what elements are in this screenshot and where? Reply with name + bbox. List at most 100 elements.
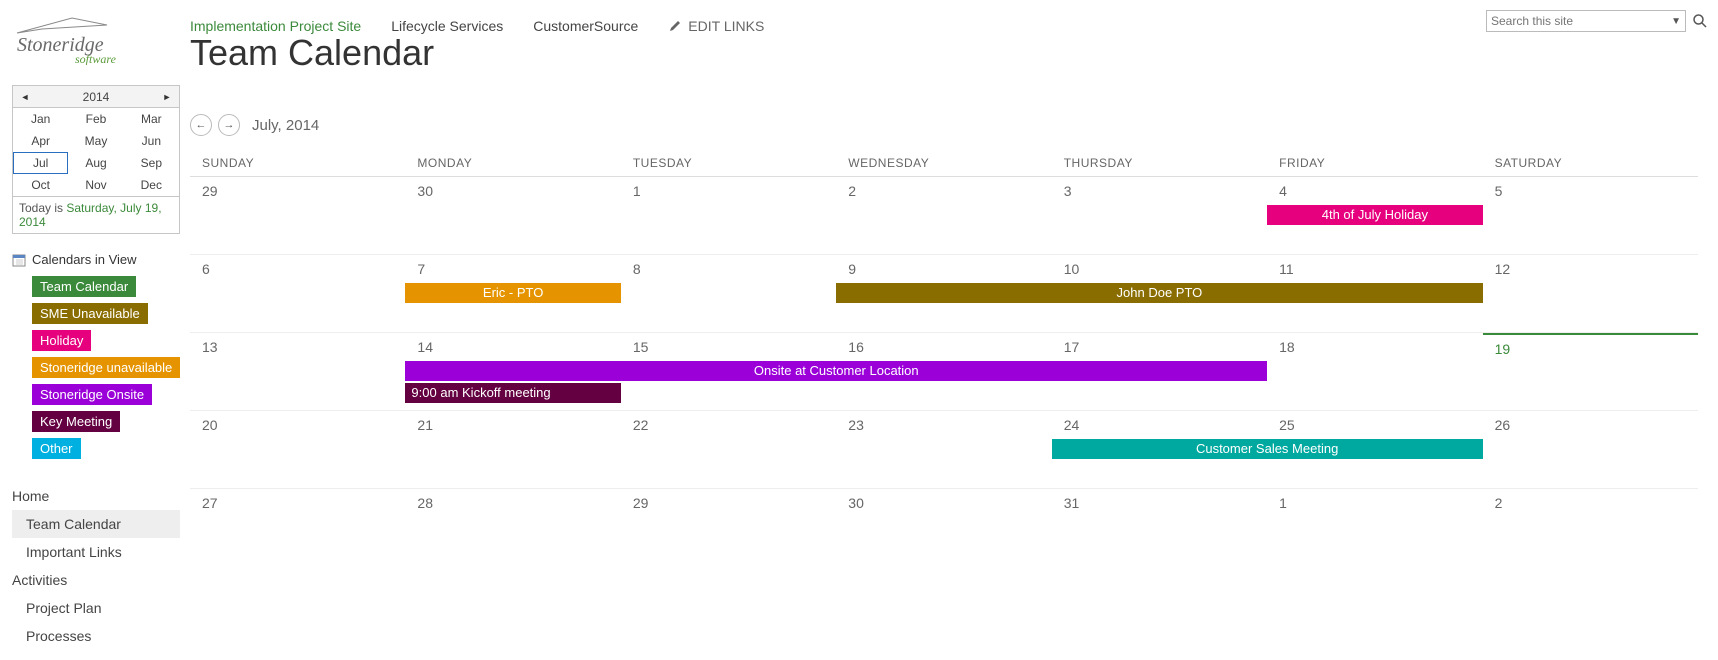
calendar-cell[interactable]: 20	[190, 411, 405, 488]
legend-other[interactable]: Other	[32, 438, 81, 459]
nav-important-links[interactable]: Important Links	[12, 538, 180, 566]
calendar-cell[interactable]: 29	[190, 177, 405, 254]
date-number: 30	[417, 183, 608, 199]
mini-month-feb[interactable]: Feb	[68, 108, 123, 130]
calendar-cell[interactable]: 22	[621, 411, 836, 488]
calendar-cell[interactable]: 21	[405, 411, 620, 488]
legend-stoneridge-onsite[interactable]: Stoneridge Onsite	[32, 384, 152, 405]
date-number: 30	[848, 495, 1039, 511]
mini-month-jul[interactable]: Jul	[13, 152, 68, 174]
date-number: 10	[1064, 261, 1255, 277]
calendar-cell[interactable]: 28	[405, 489, 620, 567]
event-john-doe-pto[interactable]: John Doe PTO	[836, 283, 1482, 303]
nav-home[interactable]: Home	[12, 482, 180, 510]
top-nav: Implementation Project Site Lifecycle Se…	[190, 10, 764, 34]
legend-team-calendar[interactable]: Team Calendar	[32, 276, 136, 297]
calendar-cell[interactable]: 27	[190, 489, 405, 567]
legend-holiday[interactable]: Holiday	[32, 330, 91, 351]
date-number: 15	[633, 339, 824, 355]
mini-month-mar[interactable]: Mar	[124, 108, 179, 130]
nav-project-plan[interactable]: Project Plan	[12, 594, 180, 622]
date-number: 1	[1279, 495, 1470, 511]
mini-month-apr[interactable]: Apr	[13, 130, 68, 152]
mini-month-aug[interactable]: Aug	[68, 152, 123, 174]
left-nav: Home Team Calendar Important Links Activ…	[12, 482, 180, 650]
calendar-cell[interactable]: 12	[1483, 255, 1698, 332]
mini-month-oct[interactable]: Oct	[13, 174, 68, 196]
mini-cal-today[interactable]: Today is Saturday, July 19, 2014	[13, 196, 179, 233]
nav-processes[interactable]: Processes	[12, 622, 180, 650]
date-number: 29	[202, 183, 393, 199]
mini-cal-year[interactable]: 2014	[31, 90, 161, 104]
date-number: 11	[1279, 261, 1470, 277]
nav-team-calendar[interactable]: Team Calendar	[12, 510, 180, 538]
date-number: 4	[1279, 183, 1470, 199]
calendar-icon	[12, 253, 26, 267]
mini-month-jan[interactable]: Jan	[13, 108, 68, 130]
calendar-cell[interactable]: 26	[1483, 411, 1698, 488]
search-dropdown-icon[interactable]: ▼	[1671, 16, 1681, 27]
date-number: 26	[1495, 417, 1686, 433]
legend-stoneridge-unavailable[interactable]: Stoneridge unavailable	[32, 357, 180, 378]
mini-month-dec[interactable]: Dec	[124, 174, 179, 196]
search-input[interactable]	[1491, 14, 1671, 28]
logo[interactable]: Stoneridge software	[12, 10, 142, 65]
date-number: 9	[848, 261, 1039, 277]
calendar-cell[interactable]: 1	[621, 177, 836, 254]
date-number: 3	[1064, 183, 1255, 199]
date-number: 12	[1495, 261, 1686, 277]
date-number: 24	[1064, 417, 1255, 433]
calendar-cell[interactable]: 6	[190, 255, 405, 332]
mini-month-sep[interactable]: Sep	[124, 152, 179, 174]
date-number: 21	[417, 417, 608, 433]
event-4th-of-july-holiday[interactable]: 4th of July Holiday	[1267, 205, 1482, 225]
calendar-cell[interactable]: 19	[1483, 333, 1698, 410]
date-number: 27	[202, 495, 393, 511]
search-icon[interactable]	[1692, 13, 1708, 29]
calendar-cell[interactable]: 1	[1267, 489, 1482, 567]
calendar-cell[interactable]: 13	[190, 333, 405, 410]
cal-prev-month[interactable]: ←	[190, 114, 212, 136]
date-number: 2	[1495, 495, 1686, 511]
calendar-cell[interactable]: 31	[1052, 489, 1267, 567]
date-number: 7	[417, 261, 608, 277]
day-header: TUESDAY	[621, 150, 836, 176]
pencil-icon	[668, 19, 682, 33]
mini-month-nov[interactable]: Nov	[68, 174, 123, 196]
event-9-00-am-kickoff-meeting[interactable]: 9:00 am Kickoff meeting	[405, 383, 620, 403]
calendar-cell[interactable]: 30	[405, 177, 620, 254]
calendar-cell[interactable]: 18	[1267, 333, 1482, 410]
date-number: 17	[1064, 339, 1255, 355]
calendar-title: July, 2014	[252, 117, 319, 134]
mini-cal-prev-year[interactable]: ◄	[19, 92, 31, 102]
calendars-in-view-heading: Calendars in View	[12, 252, 180, 267]
event-eric-pto[interactable]: Eric - PTO	[405, 283, 620, 303]
event-customer-sales-meeting[interactable]: Customer Sales Meeting	[1052, 439, 1483, 459]
calendar-cell[interactable]: 23	[836, 411, 1051, 488]
legend-sme-unavailable[interactable]: SME Unavailable	[32, 303, 148, 324]
mini-cal-next-year[interactable]: ►	[161, 92, 173, 102]
edit-links[interactable]: EDIT LINKS	[668, 18, 764, 34]
calendar-cell[interactable]: 8	[621, 255, 836, 332]
legend-key-meeting[interactable]: Key Meeting	[32, 411, 120, 432]
nav-activities[interactable]: Activities	[12, 566, 180, 594]
search-box[interactable]: ▼	[1486, 10, 1686, 32]
nav-customersource[interactable]: CustomerSource	[533, 18, 638, 34]
day-header: SUNDAY	[190, 150, 405, 176]
date-number: 22	[633, 417, 824, 433]
cal-next-month[interactable]: →	[218, 114, 240, 136]
event-onsite-at-customer-location[interactable]: Onsite at Customer Location	[405, 361, 1267, 381]
calendar-cell[interactable]: 5	[1483, 177, 1698, 254]
day-header: SATURDAY	[1483, 150, 1698, 176]
mini-month-may[interactable]: May	[68, 130, 123, 152]
date-number: 1	[633, 183, 824, 199]
calendar-cell[interactable]: 2	[1483, 489, 1698, 567]
mini-calendar: ◄ 2014 ► JanFebMar AprMayJun JulAugSep OctN…	[12, 85, 180, 234]
calendar-cell[interactable]: 30	[836, 489, 1051, 567]
day-header: MONDAY	[405, 150, 620, 176]
page-title: Team Calendar	[190, 32, 1698, 74]
calendar-cell[interactable]: 3	[1052, 177, 1267, 254]
calendar-cell[interactable]: 2	[836, 177, 1051, 254]
mini-month-jun[interactable]: Jun	[124, 130, 179, 152]
calendar-cell[interactable]: 29	[621, 489, 836, 567]
